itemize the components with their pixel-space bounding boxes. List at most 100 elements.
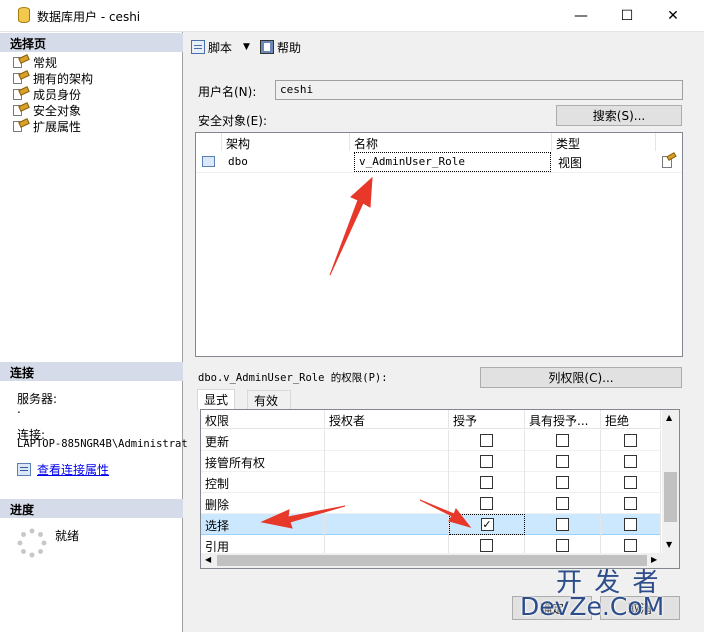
connection-value: LAPTOP-885NGR4B\Administrat	[17, 438, 188, 450]
deny-checkbox-cell	[601, 430, 661, 451]
close-icon: ✕	[667, 8, 679, 24]
grant-checkbox[interactable]	[480, 497, 493, 510]
securables-grid[interactable]: 架构 名称 类型 dbo v_AdminUser_Role 视图	[195, 132, 683, 357]
view-connection-link: 查看连接属性	[37, 463, 110, 477]
edit-properties-icon[interactable]	[662, 152, 677, 168]
progress-status: 就绪	[55, 529, 80, 543]
with-grant-checkbox[interactable]	[556, 518, 569, 531]
col-grant[interactable]: 授予	[449, 410, 525, 428]
deny-checkbox[interactable]	[624, 455, 637, 468]
maximize-button[interactable]: ☐	[604, 0, 650, 32]
col-type[interactable]: 类型	[552, 133, 656, 151]
maximize-icon: ☐	[620, 8, 634, 24]
database-icon	[18, 7, 30, 23]
deny-checkbox[interactable]	[624, 539, 637, 552]
nav-item-owned-schemas[interactable]: 拥有的架构	[13, 69, 94, 86]
col-permission[interactable]: 权限	[201, 410, 325, 428]
col-with-grant[interactable]: 具有授予...	[525, 410, 601, 428]
column-permissions-button[interactable]: 列权限(C)...	[480, 367, 682, 388]
grant-checkbox-cell	[449, 451, 525, 472]
table-row[interactable]: dbo v_AdminUser_Role 视图	[196, 151, 682, 173]
scroll-thumb[interactable]	[664, 472, 677, 522]
grant-checkbox[interactable]	[480, 455, 493, 468]
page-icon	[13, 69, 30, 85]
select-page-header: 选择页	[0, 33, 183, 52]
with-grant-checkbox[interactable]	[556, 476, 569, 489]
tab-explicit[interactable]: 显式	[197, 389, 236, 410]
grant-checkbox[interactable]: ✓	[480, 518, 494, 531]
with-grant-checkbox-cell	[525, 430, 601, 451]
grant-checkbox[interactable]	[480, 434, 493, 447]
permission-name: 控制	[201, 472, 325, 493]
toolbar: 脚本 ▼ 帮助	[184, 32, 704, 62]
permission-row[interactable]: 删除	[201, 493, 661, 514]
title-bar: 数据库用户 - ceshi — ☐ ✕	[0, 0, 704, 32]
permission-grantor	[325, 514, 449, 535]
deny-checkbox[interactable]	[624, 434, 637, 447]
permission-row[interactable]: 选择 ✓	[201, 514, 661, 535]
permission-grantor	[325, 493, 449, 514]
with-grant-checkbox-cell	[525, 493, 601, 514]
search-button[interactable]: 搜索(S)...	[556, 105, 682, 126]
view-connection-properties[interactable]: 查看连接属性	[17, 461, 109, 478]
permission-grantor	[325, 472, 449, 493]
deny-checkbox[interactable]	[624, 497, 637, 510]
row-header-cell	[196, 133, 222, 151]
nav-item-label: 拥有的架构	[33, 71, 94, 86]
permission-row[interactable]: 接管所有权	[201, 451, 661, 472]
deny-checkbox[interactable]	[624, 476, 637, 489]
grant-checkbox-cell	[449, 430, 525, 451]
minimize-button[interactable]: —	[558, 0, 604, 32]
permission-row[interactable]: 更新	[201, 430, 661, 451]
deny-checkbox-cell	[601, 514, 661, 535]
username-field[interactable]: ceshi	[275, 80, 683, 100]
grant-checkbox[interactable]	[480, 476, 493, 489]
spinner-icon	[17, 528, 47, 558]
grant-checkbox[interactable]	[480, 539, 493, 552]
grant-checkbox-cell	[449, 472, 525, 493]
script-label: 脚本	[208, 40, 233, 55]
with-grant-checkbox[interactable]	[556, 497, 569, 510]
with-grant-checkbox[interactable]	[556, 539, 569, 552]
nav-item-securables[interactable]: 安全对象	[13, 101, 81, 118]
permission-row[interactable]: 控制	[201, 472, 661, 493]
help-button[interactable]: 帮助	[260, 38, 301, 56]
with-grant-checkbox-cell	[525, 472, 601, 493]
permission-name: 接管所有权	[201, 451, 325, 472]
nav-item-general[interactable]: 常规	[13, 53, 58, 70]
close-button[interactable]: ✕	[650, 0, 696, 32]
with-grant-checkbox[interactable]	[556, 434, 569, 447]
deny-checkbox-cell	[601, 493, 661, 514]
permissions-grid[interactable]: 权限 授权者 授予 具有授予... 拒绝 更新 接管所有权 控制 删除 选择 ✓ 引用 ▲ …	[200, 409, 680, 569]
nav-item-extended-properties[interactable]: 扩展属性	[13, 117, 82, 134]
page-icon	[13, 101, 30, 117]
nav-item-label: 常规	[33, 55, 58, 70]
view-icon	[202, 156, 215, 167]
scroll-down-icon[interactable]: ▼	[666, 540, 672, 549]
server-value: .	[17, 402, 21, 416]
with-grant-checkbox-cell	[525, 514, 601, 535]
nav-item-membership[interactable]: 成员身份	[13, 85, 81, 102]
deny-checkbox[interactable]	[624, 518, 637, 531]
window-title: 数据库用户 - ceshi	[37, 10, 141, 24]
scroll-left-icon[interactable]: ◀	[205, 555, 211, 564]
permission-name: 删除	[201, 493, 325, 514]
deny-checkbox-cell	[601, 451, 661, 472]
script-button[interactable]: 脚本 ▼	[191, 38, 250, 56]
col-deny[interactable]: 拒绝	[601, 410, 661, 428]
with-grant-checkbox[interactable]	[556, 455, 569, 468]
nav-item-label: 扩展属性	[33, 119, 82, 134]
left-pane: 选择页 常规 拥有的架构 成员身份 安全对象 扩展属性 连接 服务器: . 连接…	[0, 32, 188, 632]
col-name[interactable]: 名称	[350, 133, 552, 151]
permissions-header: 权限 授权者 授予 具有授予... 拒绝	[201, 410, 661, 429]
tab-effective[interactable]: 有效	[247, 390, 291, 409]
deny-checkbox-cell	[601, 472, 661, 493]
scroll-up-icon[interactable]: ▲	[666, 413, 672, 422]
cell-schema: dbo	[228, 155, 248, 168]
vertical-scrollbar[interactable]: ▲ ▼	[662, 410, 679, 553]
securables-label: 安全对象(E):	[198, 114, 267, 128]
col-schema[interactable]: 架构	[222, 133, 350, 151]
col-grantor[interactable]: 授权者	[325, 410, 449, 428]
page-icon	[13, 53, 30, 69]
minimize-icon: —	[574, 8, 588, 24]
